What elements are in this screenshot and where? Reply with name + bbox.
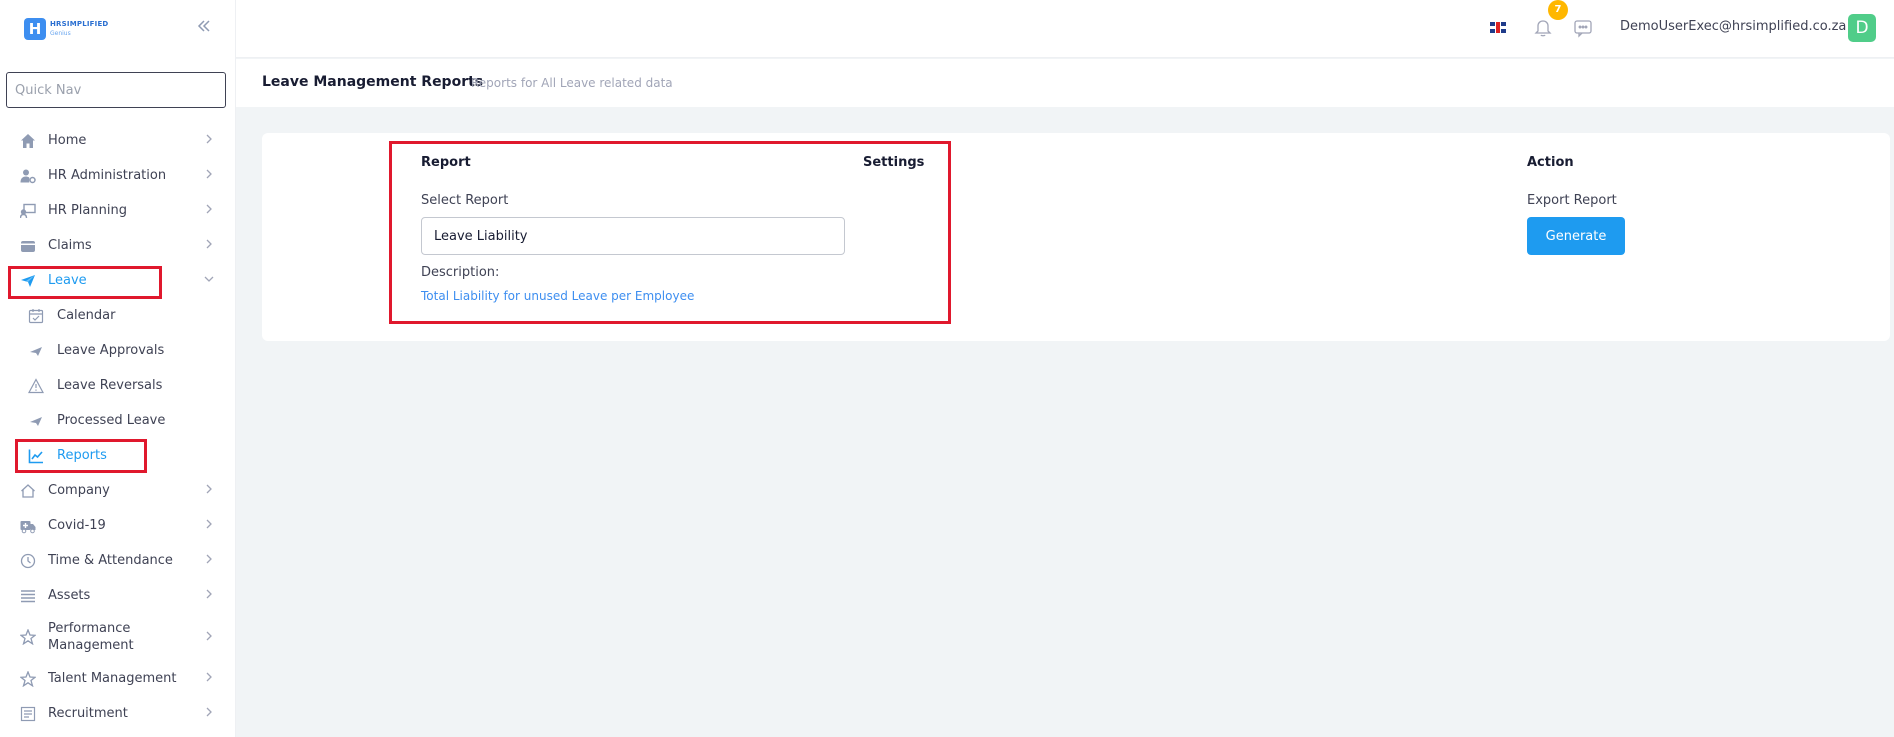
chevron-right-icon <box>202 202 216 216</box>
wallet-icon <box>20 238 36 254</box>
chevron-right-icon <box>202 167 216 181</box>
sidebar-subitem-leave-reversals[interactable]: Leave Reversals <box>0 368 236 403</box>
sidebar-item-covid[interactable]: Covid-19 <box>0 508 236 543</box>
sidebar-subitem-reports[interactable]: Reports <box>0 438 236 473</box>
home-outline-icon <box>20 483 36 499</box>
sidebar-item-hr-planning[interactable]: HR Planning <box>0 193 236 228</box>
home-icon <box>20 133 36 149</box>
sidebar-item-talent-management[interactable]: Talent Management <box>0 661 236 696</box>
sidebar-item-label: Covid-19 <box>48 518 106 533</box>
sidebar-subitem-label: Reports <box>57 448 107 463</box>
uk-flag-icon[interactable] <box>1490 22 1506 33</box>
report-card: Report Settings Action Select Report Lea… <box>262 133 1890 341</box>
chevron-right-icon <box>202 482 216 496</box>
sidebar-item-label: Leave <box>48 273 87 288</box>
chevron-right-icon <box>202 670 216 684</box>
sidebar-item-home[interactable]: Home <box>0 123 236 158</box>
sidebar-item-label: Claims <box>48 238 92 253</box>
sidebar-item-label: Time & Attendance <box>48 553 173 568</box>
sidebar-item-time-attendance[interactable]: Time & Attendance <box>0 543 236 578</box>
sidebar-item-recruitment[interactable]: Recruitment <box>0 696 236 731</box>
chevron-right-icon <box>202 587 216 601</box>
paper-plane-icon <box>28 343 44 359</box>
list-icon <box>20 588 36 604</box>
chevron-down-icon <box>202 272 216 286</box>
logo-mark: H <box>24 18 46 40</box>
chevron-right-icon <box>202 629 216 643</box>
chevron-right-icon <box>202 705 216 719</box>
report-column-header: Report <box>421 155 471 170</box>
sidebar-item-label: HR Administration <box>48 168 167 183</box>
sidebar-subitem-label: Leave Reversals <box>57 378 163 393</box>
sidebar-item-leave[interactable]: Leave <box>0 263 236 298</box>
report-description: Total Liability for unused Leave per Emp… <box>421 289 695 303</box>
settings-column-header: Settings <box>863 155 925 170</box>
action-column-header: Action <box>1527 155 1574 170</box>
sidebar-item-label: Company <box>48 483 110 498</box>
chevron-right-icon <box>202 132 216 146</box>
logo[interactable]: H HRSIMPLIFIED Genius <box>24 18 108 40</box>
quick-nav-input[interactable] <box>6 72 226 108</box>
sidebar-item-label: Performance Management <box>48 621 134 653</box>
description-label: Description: <box>421 265 500 280</box>
sidebar-item-performance[interactable]: Performance Management <box>0 613 236 661</box>
sidebar-subitem-calendar[interactable]: Calendar <box>0 298 236 333</box>
sidebar: H HRSIMPLIFIED Genius Home HR Administra… <box>0 0 236 737</box>
page-header: Leave Management Reports Reports for All… <box>236 59 1894 107</box>
report-select[interactable]: Leave Liability <box>421 217 845 255</box>
avatar[interactable]: D <box>1848 14 1876 42</box>
chevron-right-icon <box>202 237 216 251</box>
calendar-icon <box>28 308 44 324</box>
topbar: 7 DemoUserExec@hrsimplified.co.za D <box>236 0 1894 58</box>
collapse-sidebar-icon[interactable] <box>194 17 214 37</box>
sidebar-item-company[interactable]: Company <box>0 473 236 508</box>
presentation-icon <box>20 203 36 219</box>
sidebar-subitem-leave-approvals[interactable]: Leave Approvals <box>0 333 236 368</box>
page-title: Leave Management Reports <box>262 74 484 90</box>
sidebar-item-label: Recruitment <box>48 706 128 721</box>
notification-badge[interactable]: 7 <box>1548 0 1568 20</box>
document-icon <box>20 706 36 722</box>
sidebar-item-hr-administration[interactable]: HR Administration <box>0 158 236 193</box>
chevron-right-icon <box>202 552 216 566</box>
bell-icon[interactable] <box>1532 16 1554 38</box>
paper-plane-icon <box>28 413 44 429</box>
selected-report-value: Leave Liability <box>434 228 528 244</box>
sidebar-item-label: Assets <box>48 588 91 603</box>
chat-icon[interactable] <box>1572 17 1594 39</box>
generate-button[interactable]: Generate <box>1527 217 1625 255</box>
star-icon <box>20 670 36 687</box>
logo-tagline: Genius <box>50 30 71 37</box>
sidebar-item-claims[interactable]: Claims <box>0 228 236 263</box>
sidebar-item-assets[interactable]: Assets <box>0 578 236 613</box>
ambulance-icon <box>20 518 36 534</box>
sidebar-item-label: Home <box>48 133 87 148</box>
logo-name: HRSIMPLIFIED <box>50 20 109 28</box>
warning-icon <box>28 377 44 394</box>
chart-line-icon <box>28 448 44 464</box>
select-report-label: Select Report <box>421 193 509 208</box>
star-icon <box>20 629 36 645</box>
chevron-right-icon <box>202 517 216 531</box>
sidebar-item-label: HR Planning <box>48 203 127 218</box>
page-subtitle: Reports for All Leave related data <box>471 76 673 90</box>
paper-plane-icon <box>20 273 36 289</box>
sidebar-item-label: Talent Management <box>48 671 177 686</box>
user-gear-icon <box>20 168 36 184</box>
sidebar-subitem-label: Processed Leave <box>57 413 166 428</box>
sidebar-nav: Home HR Administration HR Planning Claim… <box>0 123 236 731</box>
sidebar-subitem-processed-leave[interactable]: Processed Leave <box>0 403 236 438</box>
sidebar-subitem-label: Leave Approvals <box>57 343 165 358</box>
sidebar-subitem-label: Calendar <box>57 308 116 323</box>
user-email[interactable]: DemoUserExec@hrsimplified.co.za <box>1620 19 1846 34</box>
clock-icon <box>20 553 36 569</box>
export-report-label: Export Report <box>1527 193 1617 208</box>
